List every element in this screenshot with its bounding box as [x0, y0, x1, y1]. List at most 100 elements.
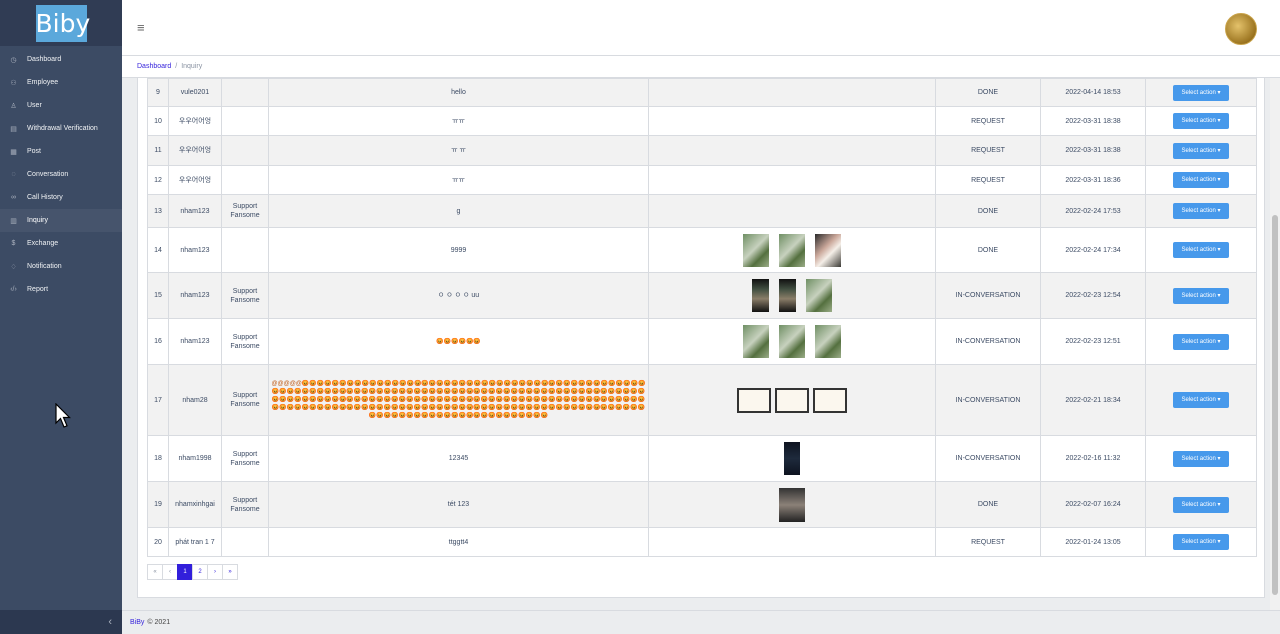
select-action-button[interactable]: Select action ▾	[1173, 450, 1229, 467]
attachment-thumbnail[interactable]	[752, 279, 769, 312]
cell-action: Select action ▾	[1145, 194, 1257, 228]
attachment-thumbnail[interactable]	[775, 387, 809, 413]
brand-logo[interactable]: Biby	[35, 4, 90, 42]
cell-date: 2022-02-16 11:32	[1040, 435, 1146, 482]
breadcrumb: Dashboard / Inquiry	[122, 56, 1280, 78]
cell-status: IN-CONVERSATION	[935, 318, 1041, 365]
sidebar-item-label: User	[27, 102, 42, 109]
cell-date: 2022-02-24 17:53	[1040, 194, 1146, 228]
cell-images	[648, 165, 936, 195]
sidebar-item-conversation[interactable]: ◌ Conversation	[0, 163, 122, 186]
document-icon: ▤	[10, 125, 17, 133]
sidebar-item-exchange[interactable]: $ Exchange	[0, 232, 122, 255]
attachment-thumbnail[interactable]	[784, 442, 800, 475]
cell-user: vule0201	[168, 78, 222, 107]
cell-user: nham123	[168, 318, 222, 365]
select-action-label: Select action	[1181, 338, 1216, 345]
select-action-label: Select action	[1181, 118, 1216, 124]
attachment-thumbnail[interactable]	[779, 233, 805, 267]
sidebar-item-notification[interactable]: ♢ Notification	[0, 255, 122, 278]
attachment-thumbnail[interactable]	[737, 387, 771, 413]
pagination-page-1[interactable]: 1	[177, 564, 193, 580]
sidebar-item-dashboard[interactable]: ◷ Dashboard	[0, 48, 122, 71]
sidebar-item-post[interactable]: ▦ Post	[0, 140, 122, 163]
cell-status: REQUEST	[935, 135, 1041, 166]
select-action-button[interactable]: Select action ▾	[1173, 496, 1229, 513]
cell-user: nham1998	[168, 435, 222, 482]
cell-assignee: Support Fansome	[221, 435, 269, 482]
sidebar-item-inquiry[interactable]: ▥ Inquiry	[0, 209, 122, 232]
table-row: 16 nham123 Support Fansome 😡😡😡😡😡😡 IN-CON…	[147, 318, 1257, 365]
footer-brand-link[interactable]: BiBy	[130, 619, 144, 626]
select-action-button[interactable]: Select action ▾	[1173, 287, 1229, 304]
sidebar-item-employee[interactable]: ⚇ Employee	[0, 71, 122, 94]
cell-no: 20	[147, 527, 169, 557]
cell-action: Select action ▾	[1145, 481, 1257, 528]
select-action-button[interactable]: Select action ▾	[1173, 203, 1229, 219]
cell-status: REQUEST	[935, 527, 1041, 557]
cell-assignee: Support Fansome	[221, 481, 269, 528]
cell-action: Select action ▾	[1145, 106, 1257, 136]
pagination-page-2[interactable]: 2	[192, 564, 208, 580]
attachment-thumbnail[interactable]	[743, 233, 769, 267]
cell-date: 2022-02-24 17:34	[1040, 227, 1146, 273]
user-icon: ♙	[10, 102, 17, 110]
cell-images	[648, 135, 936, 166]
attachment-thumbnail[interactable]	[779, 325, 805, 358]
page-scrollbar-thumb[interactable]	[1272, 215, 1278, 595]
pagination-first-button[interactable]: «	[147, 564, 163, 580]
table-row: 11 우우어어엉 ㅠ ㅠ REQUEST 2022-03-31 18:38 Se…	[147, 135, 1257, 166]
cell-status: REQUEST	[935, 165, 1041, 195]
newspaper-icon: ▦	[10, 148, 17, 156]
sidebar-minimize-button[interactable]: ‹	[0, 610, 122, 634]
cell-date: 2022-02-07 16:24	[1040, 481, 1146, 528]
pagination-last-button[interactable]: »	[222, 564, 238, 580]
footer: BiBy © 2021	[122, 610, 1280, 634]
select-action-button[interactable]: Select action ▾	[1173, 84, 1229, 101]
cell-no: 16	[147, 318, 169, 365]
select-action-button[interactable]: Select action ▾	[1173, 142, 1229, 159]
select-action-label: Select action	[1181, 147, 1216, 154]
table-row: 20 phát tran 1 7 ttggtt4 REQUEST 2022-01…	[147, 527, 1257, 557]
cell-status: DONE	[935, 78, 1041, 107]
sidebar-item-report[interactable]: ‹/› Report	[0, 278, 122, 301]
select-action-button[interactable]: Select action ▾	[1173, 172, 1229, 188]
attachment-thumbnail[interactable]	[806, 279, 832, 312]
select-action-button[interactable]: Select action ▾	[1173, 333, 1229, 350]
attachment-thumbnail[interactable]	[815, 325, 841, 358]
sidebar-item-user[interactable]: ♙ User	[0, 94, 122, 117]
table-row: 10 우우어어엉 ㅠㅠ REQUEST 2022-03-31 18:38 Sel…	[147, 106, 1257, 136]
breadcrumb-home-link[interactable]: Dashboard	[137, 63, 171, 70]
pagination-prev-button[interactable]: ‹	[162, 564, 178, 580]
select-action-label: Select action	[1181, 208, 1216, 214]
inquiry-table: 9 vule0201 hello DONE 2022-04-14 18:53 S…	[147, 78, 1257, 557]
avatar[interactable]	[1225, 13, 1257, 45]
hamburger-menu-icon[interactable]: ≡	[137, 20, 145, 35]
cell-images	[648, 481, 936, 528]
select-action-label: Select action	[1181, 247, 1216, 253]
notes-icon: ▥	[10, 217, 17, 225]
select-action-label: Select action	[1181, 292, 1216, 299]
cell-user: nham123	[168, 272, 222, 319]
chevron-left-icon: ‹	[108, 616, 112, 628]
cell-images	[648, 194, 936, 228]
attachment-thumbnail[interactable]	[779, 487, 805, 522]
cell-user: 우우어어엉	[168, 165, 222, 195]
sidebar-item-label: Dashboard	[27, 56, 62, 63]
attachment-thumbnail[interactable]	[779, 279, 796, 312]
cell-no: 15	[147, 272, 169, 319]
sidebar-item-withdrawal-verification[interactable]: ▤ Withdrawal Verification	[0, 117, 122, 140]
cell-content: ㅠㅠ	[268, 165, 649, 195]
sidebar-item-label: Inquiry	[27, 217, 49, 224]
sidebar-item-call-history[interactable]: ∞ Call History	[0, 186, 122, 209]
select-action-button[interactable]: Select action ▾	[1173, 113, 1229, 129]
cell-user: phát tran 1 7	[168, 527, 222, 557]
select-action-button[interactable]: Select action ▾	[1173, 392, 1229, 408]
select-action-button[interactable]: Select action ▾	[1173, 242, 1229, 258]
cell-status: DONE	[935, 481, 1041, 528]
attachment-thumbnail[interactable]	[743, 325, 769, 358]
attachment-thumbnail[interactable]	[813, 387, 847, 413]
attachment-thumbnail[interactable]	[815, 233, 841, 267]
pagination-next-button[interactable]: ›	[207, 564, 223, 580]
select-action-button[interactable]: Select action ▾	[1173, 534, 1229, 550]
